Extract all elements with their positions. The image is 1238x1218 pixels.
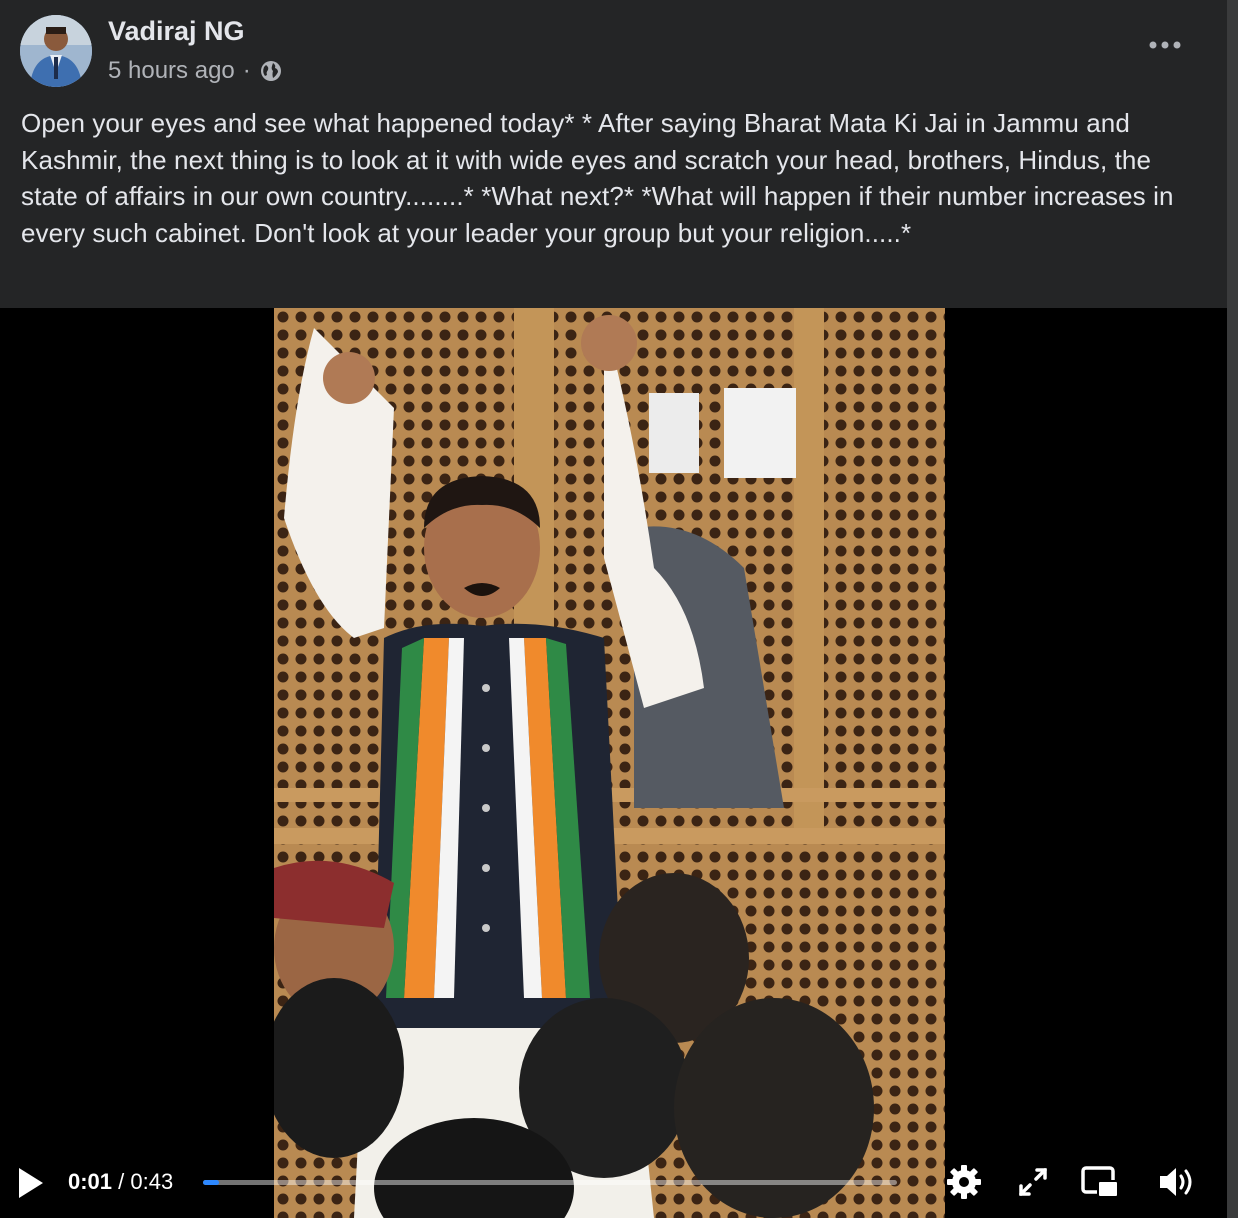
globe-icon[interactable] (259, 59, 283, 83)
video-time: 0:01 / 0:43 (68, 1169, 173, 1195)
volume-icon[interactable] (1157, 1162, 1197, 1202)
settings-icon[interactable] (944, 1162, 984, 1202)
meta-separator: · (242, 57, 251, 84)
post-meta: 5 hours ago · (108, 57, 283, 85)
duration: 0:43 (130, 1169, 174, 1194)
post-text: Open your eyes and see what happened tod… (21, 108, 1174, 248)
video-controls: 0:01 / 0:43 (0, 1148, 1227, 1218)
play-icon[interactable] (16, 1166, 46, 1200)
fullscreen-icon[interactable] (1013, 1162, 1053, 1202)
post-card: Vadiraj NG 5 hours ago · Open your eyes … (0, 0, 1227, 1218)
video-player[interactable]: 0:01 / 0:43 (0, 308, 1227, 1218)
video-still (274, 308, 945, 1218)
time-separator: / (112, 1169, 131, 1194)
current-time: 0:01 (68, 1169, 113, 1194)
progress-fill (203, 1180, 219, 1185)
video-frame[interactable] (274, 308, 945, 1218)
progress-bar[interactable] (203, 1180, 897, 1185)
picture-in-picture-icon[interactable] (1080, 1162, 1120, 1202)
avatar-image (20, 15, 92, 87)
post-timestamp[interactable]: 5 hours ago (108, 57, 235, 85)
author-avatar[interactable] (20, 15, 92, 87)
page-scrollbar-area (1227, 0, 1238, 1218)
author-name[interactable]: Vadiraj NG (108, 16, 245, 47)
more-options-icon[interactable] (1140, 30, 1190, 60)
